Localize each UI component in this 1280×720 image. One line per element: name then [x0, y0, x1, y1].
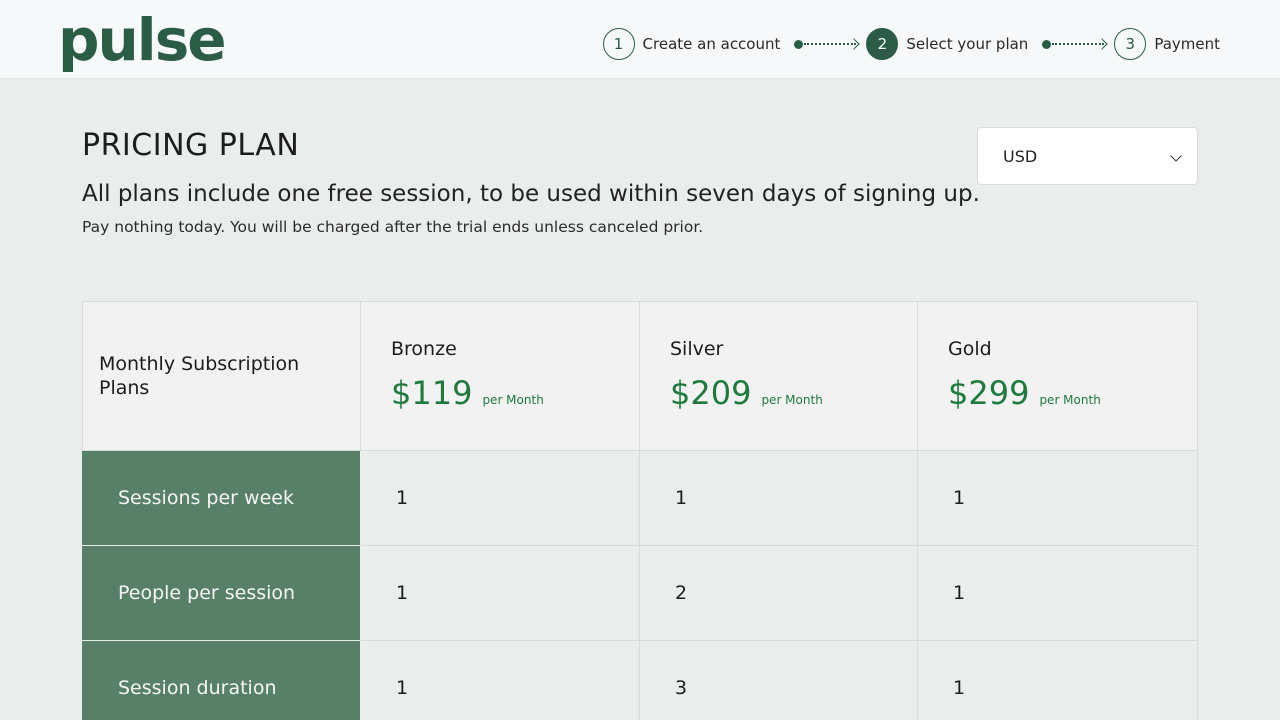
plan-period: per Month [1039, 393, 1101, 407]
chevron-right-icon [848, 38, 861, 50]
plan-column-gold[interactable]: Gold $299 per Month [918, 301, 1198, 451]
plan-price: $209 [670, 374, 752, 412]
row-value-gold: 1 [918, 641, 1198, 720]
row-value-silver: 3 [640, 641, 918, 720]
plans-header-label: Monthly Subscription Plans [99, 353, 300, 399]
plan-column-silver[interactable]: Silver $209 per Month [640, 301, 918, 451]
step-payment: 3 Payment [1114, 28, 1220, 60]
step-label: Select your plan [906, 35, 1029, 53]
pricing-table: Monthly Subscription Plans Bronze $119 p… [82, 301, 1198, 720]
step-number-active: 2 [866, 28, 899, 60]
trial-note: Pay nothing today. You will be charged a… [82, 218, 704, 236]
plan-price: $299 [948, 374, 1030, 412]
row-value-gold: 1 [918, 451, 1198, 546]
step-label: Payment [1154, 35, 1220, 53]
step-label: Create an account [642, 35, 781, 53]
step-connector [1042, 38, 1108, 50]
currency-selected-value: USD [1003, 146, 1038, 166]
chevron-down-icon [1170, 150, 1182, 162]
table-row: People per session 1 2 1 [82, 546, 1198, 641]
currency-select[interactable]: USD [977, 127, 1198, 185]
plan-period: per Month [482, 393, 544, 407]
pulse-logo[interactable]: pulse [58, 4, 227, 76]
row-value-silver: 1 [640, 451, 918, 546]
row-value-bronze: 1 [361, 546, 640, 641]
table-row: Sessions per week 1 1 1 [82, 451, 1198, 546]
plan-column-bronze[interactable]: Bronze $119 per Month [361, 301, 640, 451]
step-select-plan: 2 Select your plan [866, 28, 1028, 60]
row-label: Session duration [82, 641, 361, 720]
table-row: Session duration 1 3 1 [82, 641, 1198, 720]
plans-header-cell: Monthly Subscription Plans [82, 301, 361, 451]
chevron-right-icon [1096, 38, 1108, 50]
row-label: People per session [82, 546, 361, 641]
pricing-header-row: Monthly Subscription Plans Bronze $119 p… [82, 301, 1198, 451]
signup-stepper: 1 Create an account 2 Select your plan 3… [602, 27, 1220, 61]
step-connector [794, 38, 861, 50]
row-value-bronze: 1 [361, 451, 640, 546]
plan-price: $119 [391, 374, 473, 412]
row-value-gold: 1 [918, 546, 1198, 641]
plan-period: per Month [761, 393, 823, 407]
row-value-bronze: 1 [361, 641, 640, 720]
row-value-silver: 2 [640, 546, 918, 641]
page-subtitle: All plans include one free session, to b… [82, 181, 980, 207]
plan-name: Bronze [391, 338, 457, 360]
plan-name: Gold [948, 338, 992, 360]
connector-dot [1042, 39, 1052, 49]
top-header: pulse 1 Create an account 2 Select your … [0, 0, 1280, 79]
step-number: 1 [602, 28, 635, 60]
plan-name: Silver [670, 338, 724, 360]
step-create-account: 1 Create an account [602, 28, 781, 60]
connector-dot [794, 39, 804, 49]
page-title: PRICING PLAN [82, 128, 300, 163]
row-label: Sessions per week [82, 451, 361, 546]
step-number: 3 [1114, 28, 1147, 60]
